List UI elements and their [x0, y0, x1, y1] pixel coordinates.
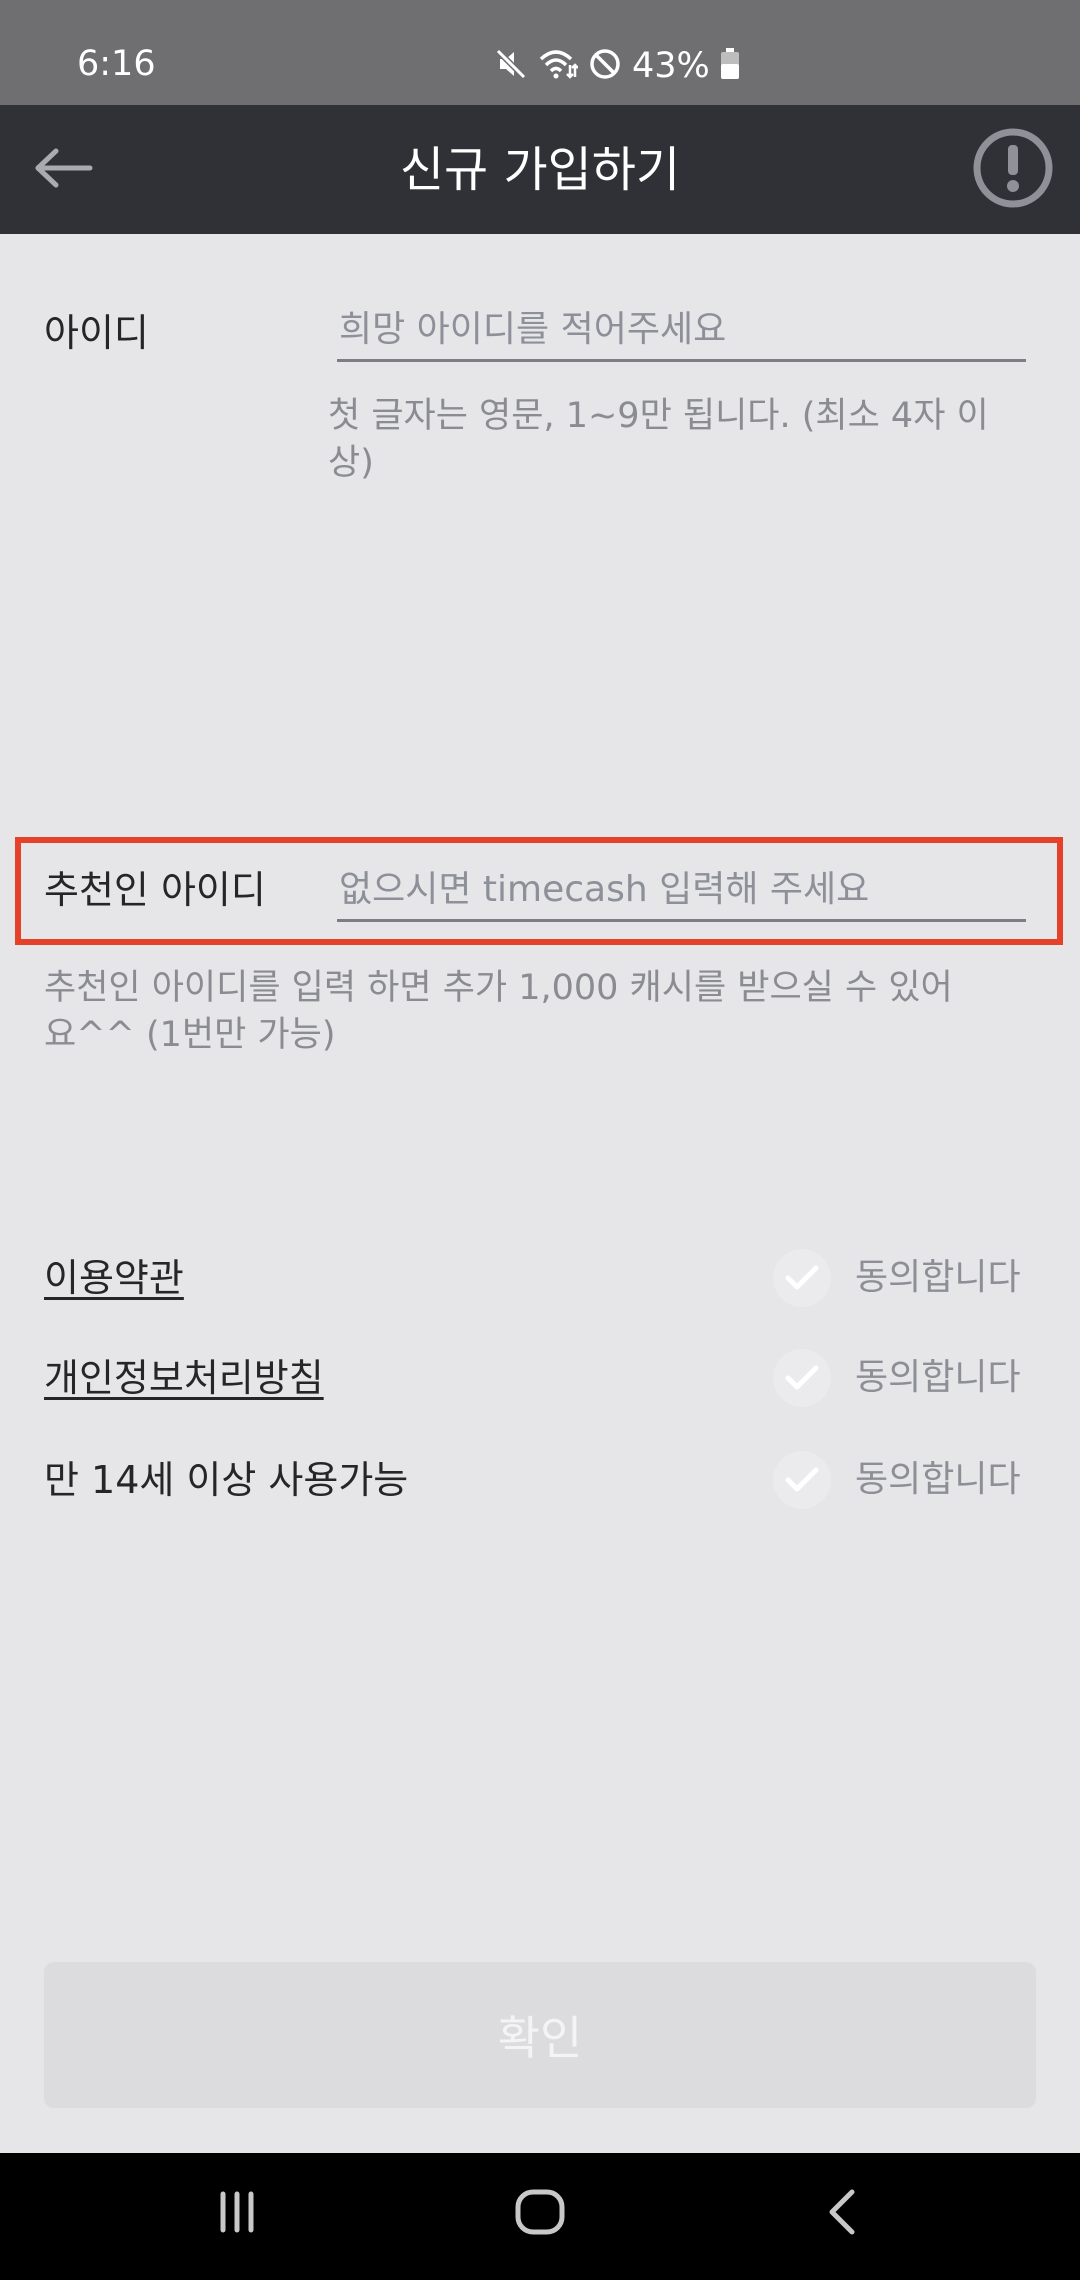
agreement-row-privacy: 개인정보처리방침 동의합니다	[44, 1338, 1036, 1418]
back-button[interactable]	[28, 135, 100, 205]
referrer-id-input[interactable]	[337, 865, 1026, 922]
referrer-id-label: 추천인 아이디	[44, 868, 266, 912]
battery-percent: 43%	[632, 46, 710, 86]
terms-agree-toggle[interactable]: 동의합니다	[773, 1238, 1036, 1318]
check-icon[interactable]	[773, 1249, 831, 1307]
agree-label[interactable]: 동의합니다	[855, 1353, 1021, 1403]
age-requirement-label: 만 14세 이상 사용가능	[44, 1458, 409, 1502]
referrer-id-hint: 추천인 아이디를 입력 하면 추가 1,000 캐시를 받으실 수 있어요^^ …	[44, 968, 953, 1055]
recent-apps-icon	[215, 2190, 259, 2238]
back-icon	[826, 2188, 858, 2240]
check-icon[interactable]	[773, 1349, 831, 1407]
info-button[interactable]	[970, 127, 1056, 213]
home-button[interactable]	[495, 2174, 585, 2254]
age-agree-toggle[interactable]: 동의합니다	[773, 1440, 1036, 1520]
home-icon	[514, 2188, 566, 2240]
privacy-policy-link[interactable]: 개인정보처리방침	[44, 1353, 324, 1403]
terms-link[interactable]: 이용약관	[44, 1253, 184, 1303]
agreement-row-terms: 이용약관 동의합니다	[44, 1238, 1036, 1318]
agree-label[interactable]: 동의합니다	[855, 1455, 1021, 1505]
user-id-hint: 첫 글자는 영문, 1~9만 됩니다. (최소 4자 이상)	[328, 396, 989, 483]
user-id-input[interactable]	[337, 305, 1026, 362]
privacy-agree-toggle[interactable]: 동의합니다	[773, 1338, 1036, 1418]
page-title: 신규 가입하기	[399, 142, 681, 198]
mute-icon	[494, 47, 528, 85]
info-icon	[972, 127, 1054, 213]
agree-label[interactable]: 동의합니다	[855, 1253, 1021, 1303]
agreement-row-age: 만 14세 이상 사용가능 동의합니다	[44, 1440, 1036, 1520]
do-not-disturb-icon	[588, 47, 622, 85]
confirm-button[interactable]: 확인	[44, 1962, 1036, 2108]
status-time: 6:16	[77, 44, 156, 84]
status-bar: 6:16 43%	[0, 0, 1080, 105]
check-icon[interactable]	[773, 1451, 831, 1509]
battery-icon	[720, 48, 740, 84]
navigation-bar	[0, 2153, 1080, 2280]
back-nav-button[interactable]	[797, 2174, 887, 2254]
user-id-label: 아이디	[44, 311, 149, 355]
recent-apps-button[interactable]	[192, 2174, 282, 2254]
wifi-icon	[538, 47, 579, 85]
back-arrow-icon	[34, 148, 94, 192]
status-icons: 43%	[494, 44, 740, 88]
app-header: 신규 가입하기	[0, 105, 1080, 234]
